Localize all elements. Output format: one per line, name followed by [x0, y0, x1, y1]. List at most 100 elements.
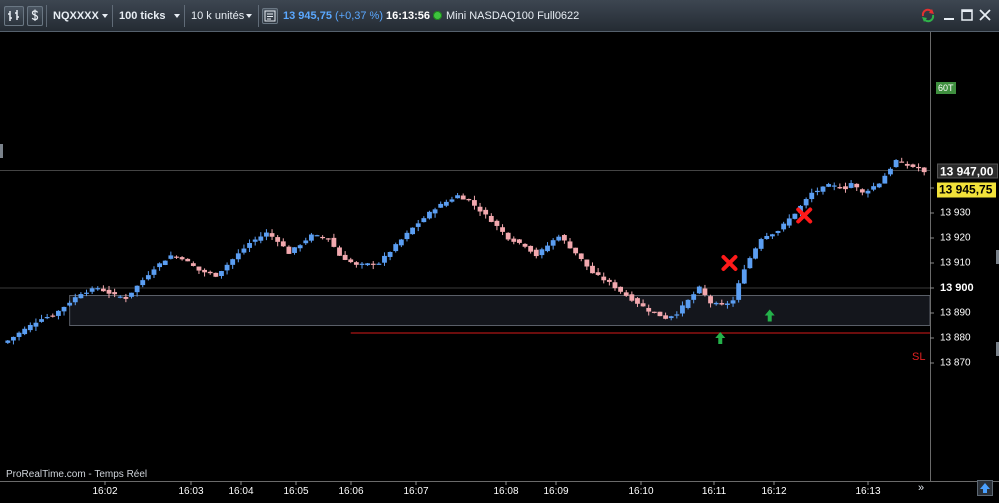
candle-body: [404, 232, 410, 240]
candle-body: [539, 249, 545, 256]
dollar-icon[interactable]: [27, 6, 43, 26]
candle-body: [387, 252, 393, 257]
x-tick-label: 16:10: [628, 486, 654, 497]
candle-body: [297, 245, 303, 249]
candle-body: [904, 163, 910, 166]
chart-area[interactable]: ProRealTime.com - Temps Réel 16:02 16:03 1…: [0, 32, 999, 503]
chart-toolbar: NQXXXX 100 ticks 10 k unités 13 945,75 (…: [0, 0, 999, 32]
chevron-down-icon: [102, 14, 108, 18]
x-tick-label: 16:13: [855, 486, 881, 497]
candle-body: [769, 234, 775, 237]
candle-body: [398, 239, 404, 246]
candle-body: [460, 195, 466, 200]
candle-body: [567, 241, 573, 249]
candle-body: [584, 259, 590, 267]
x-tick-label: 16:03: [178, 486, 204, 497]
scroll-corner-button[interactable]: [977, 480, 993, 496]
price-change: (+0,37 %): [335, 10, 383, 22]
candle-body: [550, 240, 556, 246]
expand-right-button[interactable]: »: [914, 481, 928, 495]
candle-body: [89, 288, 95, 292]
candle-body: [353, 262, 359, 265]
candle-body: [348, 259, 354, 263]
x-tick-label: 16:07: [403, 486, 429, 497]
chevron-down-icon: [246, 14, 252, 18]
x-tick-label: 16:09: [543, 486, 569, 497]
info-icon[interactable]: [262, 8, 278, 24]
toolbar-separator: [46, 5, 47, 27]
candle-body: [882, 175, 888, 184]
candle-body: [899, 161, 905, 163]
candle-body: [680, 305, 685, 314]
candle-body: [708, 296, 713, 304]
candle-body: [831, 185, 837, 187]
candle-body: [129, 292, 134, 297]
hline-price-tag: 13 947,00: [937, 163, 999, 178]
x-tick-label: 16:05: [283, 486, 309, 497]
candle-body: [843, 186, 848, 190]
minimize-icon[interactable]: [942, 8, 956, 22]
candle-body: [781, 223, 787, 230]
candle-body: [921, 167, 927, 173]
candle-body: [848, 183, 854, 188]
x-tick-label: 16:06: [338, 486, 364, 497]
candle-body: [786, 218, 792, 226]
candle-body: [888, 168, 893, 175]
candle-body: [685, 299, 691, 308]
candle-body: [16, 332, 22, 337]
candle-body: [382, 255, 387, 263]
candle-body: [573, 247, 579, 254]
candle-body: [702, 288, 708, 295]
y-tick-label: 13 880: [940, 332, 971, 344]
candle-body: [674, 314, 680, 316]
ticks-label: 100 ticks: [119, 10, 166, 22]
candle-body: [427, 211, 432, 219]
candle-body: [325, 238, 331, 240]
candle-body: [415, 223, 421, 227]
candle-body: [303, 240, 309, 244]
left-edge-handle[interactable]: [0, 144, 3, 158]
candle-body: [651, 311, 657, 313]
candle-body: [393, 244, 399, 252]
bar-chart-icon[interactable]: [4, 6, 24, 26]
close-icon[interactable]: [978, 8, 992, 22]
candle-body: [112, 292, 118, 295]
ticks-dropdown[interactable]: 100 ticks: [116, 6, 182, 26]
candle-body: [61, 306, 67, 312]
support-zone-layer: [69, 295, 931, 334]
candle-body: [814, 190, 820, 193]
units-dropdown[interactable]: 10 k unités: [188, 6, 254, 26]
candle-body: [820, 186, 826, 192]
candle-body: [100, 288, 106, 292]
candle-body: [640, 303, 646, 307]
candle-body: [488, 215, 494, 222]
candle-body: [421, 218, 427, 223]
candle-body: [168, 255, 174, 259]
candle-body: [438, 203, 444, 208]
price-chart[interactable]: [0, 32, 999, 503]
candle-body: [134, 285, 140, 293]
candle-body: [123, 297, 129, 299]
candle-body: [792, 213, 798, 219]
candle-body: [235, 253, 241, 260]
maximize-icon[interactable]: [960, 8, 974, 22]
candle-body: [556, 236, 562, 241]
candle-body: [337, 247, 342, 256]
clock-time: 16:13:56: [386, 10, 431, 22]
candle-body: [106, 289, 112, 294]
instrument-description: Mini NASDAQ100 Full0622: [446, 10, 580, 22]
symbol-dropdown[interactable]: NQXXXX: [50, 6, 110, 26]
candle-body: [893, 160, 899, 168]
candle-body: [44, 316, 50, 319]
candle-body: [837, 187, 843, 189]
y-tick-label: 13 890: [940, 307, 971, 319]
candle-body: [741, 269, 747, 284]
chevron-down-icon: [174, 14, 180, 18]
candle-body: [252, 239, 258, 242]
candle-body: [370, 263, 376, 265]
candle-body: [578, 253, 584, 259]
candle-body: [145, 275, 151, 280]
candle-body: [365, 263, 371, 266]
sync-icon[interactable]: [920, 7, 936, 23]
candle-body: [910, 164, 916, 167]
